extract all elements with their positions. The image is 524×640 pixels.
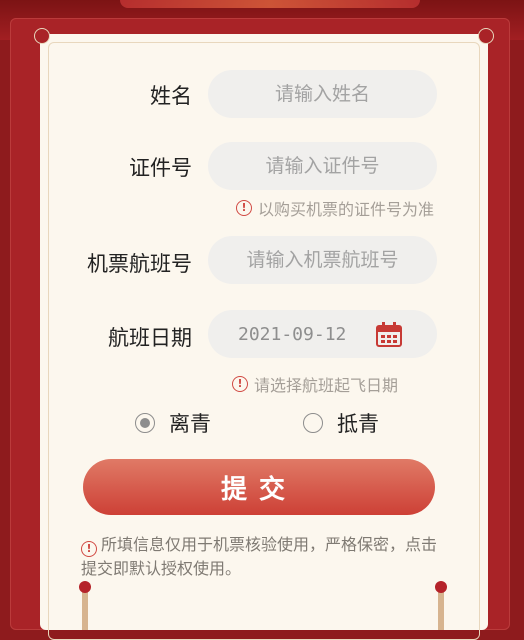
- id-hint-text: 以购买机票的证件号为准: [257, 200, 434, 219]
- warning-icon: !: [235, 200, 252, 216]
- corner-decoration: [34, 28, 50, 44]
- flight-input[interactable]: [208, 248, 437, 272]
- radio-checked-icon[interactable]: [135, 413, 155, 433]
- date-picker[interactable]: 2021-09-12: [208, 310, 437, 358]
- submit-button[interactable]: 提交: [83, 459, 435, 515]
- radio-arrive-label: 抵青: [337, 412, 379, 436]
- id-hint: ! 以购买机票的证件号为准: [235, 196, 434, 220]
- corner-decoration: [478, 28, 494, 44]
- banner-decoration: [120, 0, 420, 8]
- calendar-icon[interactable]: [375, 322, 403, 348]
- id-field[interactable]: [208, 142, 437, 190]
- privacy-note: ! 所填信息仅用于机票核验使用，严格保密，点击提交即默认授权使用。: [81, 533, 441, 580]
- privacy-note-text: 所填信息仅用于机票核验使用，严格保密，点击提交即默认授权使用。: [81, 535, 438, 578]
- date-hint-text: 请选择航班起飞日期: [253, 376, 398, 395]
- hanging-rope: [435, 581, 447, 630]
- date-label: 航班日期: [108, 326, 192, 350]
- hanging-rope: [79, 581, 91, 630]
- name-input[interactable]: [208, 82, 437, 106]
- date-hint: ! 请选择航班起飞日期: [231, 372, 398, 396]
- direction-radio-group: 离青 抵青: [135, 408, 435, 438]
- radio-leave[interactable]: 离青: [135, 408, 211, 438]
- flight-field[interactable]: [208, 236, 437, 284]
- radio-unchecked-icon[interactable]: [303, 413, 323, 433]
- radio-arrive[interactable]: 抵青: [303, 408, 379, 438]
- warning-icon: !: [231, 376, 248, 392]
- name-field[interactable]: [208, 70, 437, 118]
- id-input[interactable]: [208, 154, 437, 178]
- radio-leave-label: 离青: [169, 412, 211, 436]
- flight-label: 机票航班号: [87, 252, 192, 276]
- warning-icon: !: [81, 541, 97, 557]
- id-label: 证件号: [129, 156, 192, 180]
- date-value: 2021-09-12: [238, 323, 347, 345]
- name-label: 姓名: [150, 84, 192, 108]
